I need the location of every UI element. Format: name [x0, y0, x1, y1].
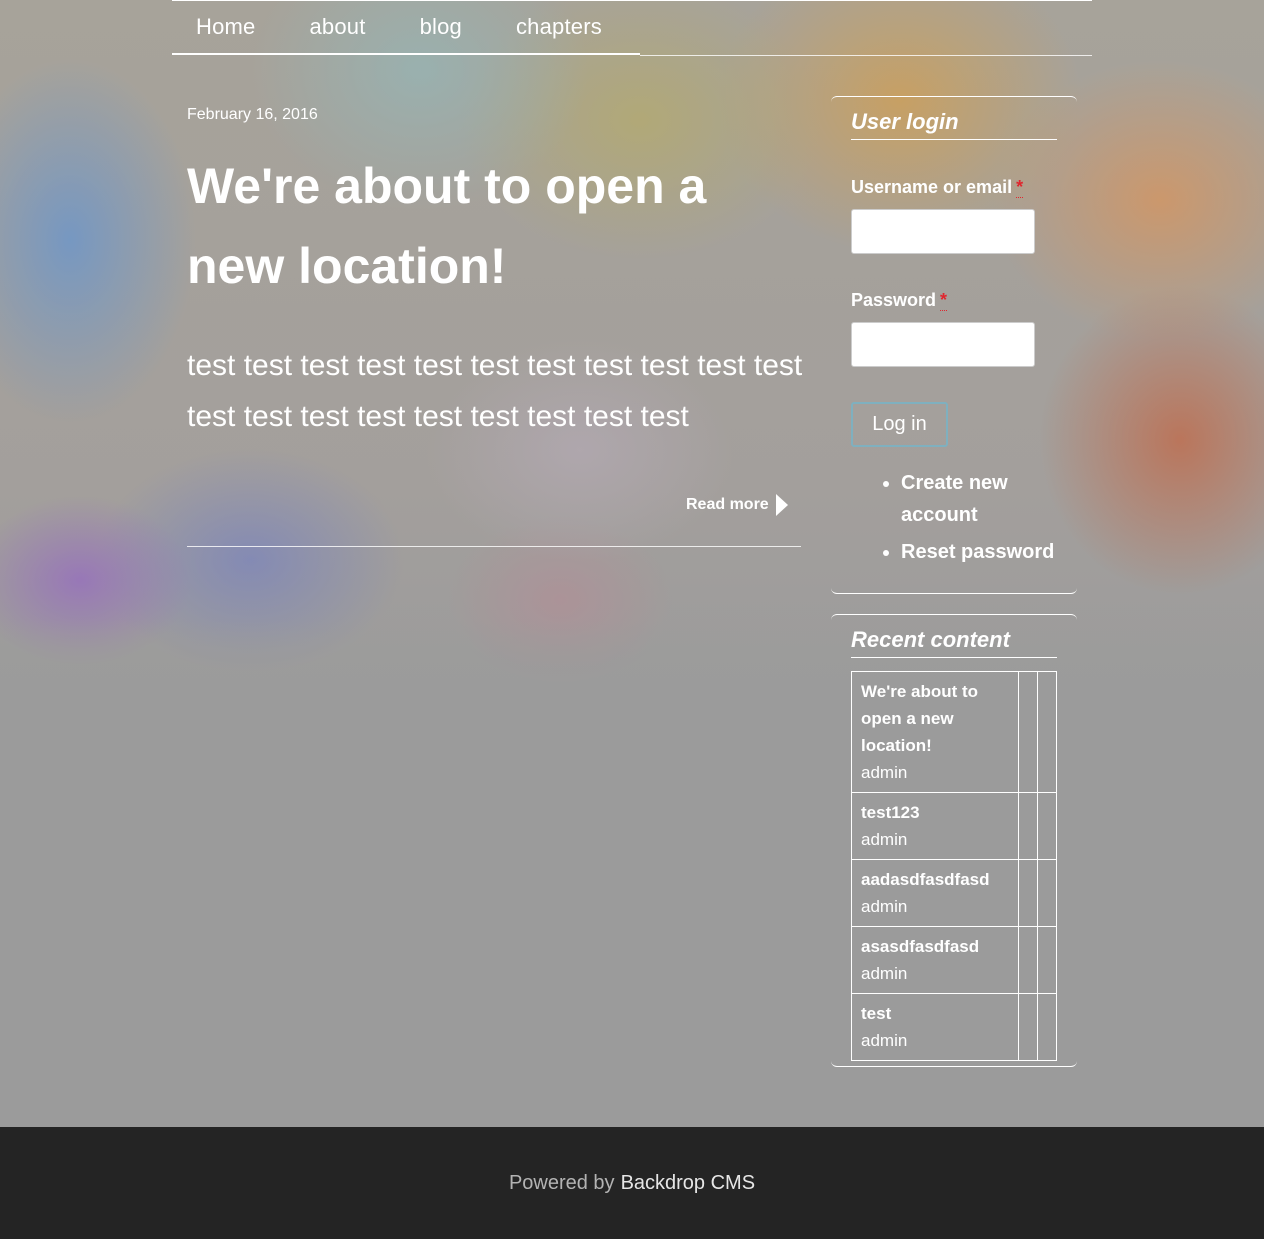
list-item: Create new account [901, 467, 1077, 531]
table-cell [1017, 671, 1039, 793]
recent-item-author: admin [861, 763, 908, 782]
backdrop-cms-link[interactable]: Backdrop CMS [621, 1172, 756, 1195]
table-cell [1017, 859, 1039, 927]
username-input[interactable] [851, 209, 1035, 254]
table-cell [1017, 993, 1039, 1061]
recent-item-title[interactable]: We're about to open a new location! [861, 678, 1009, 759]
table-row: test admin [851, 993, 1057, 1061]
recent-content-table: We're about to open a new location! admi… [851, 671, 1057, 1061]
list-item: Reset password [901, 536, 1077, 568]
recent-item-title[interactable]: test [861, 1000, 1009, 1027]
recent-item-title[interactable]: asasdfasdfasd [861, 933, 1009, 960]
table-row: We're about to open a new location! admi… [851, 671, 1057, 793]
recent-item-title[interactable]: aadasdfasdfasd [861, 866, 1009, 893]
recent-item-author: admin [861, 897, 908, 916]
article-body: test test test test test test test test … [187, 349, 803, 433]
table-cell: asasdfasdfasd admin [851, 926, 1019, 994]
table-cell [1037, 671, 1057, 793]
recent-item-title[interactable]: test123 [861, 799, 1009, 826]
table-cell [1037, 926, 1057, 994]
password-label: Password * [851, 290, 948, 311]
table-cell [1037, 993, 1057, 1061]
recent-content-title: Recent content [851, 627, 1057, 658]
create-account-link[interactable]: Create new account [901, 472, 1008, 526]
table-cell: We're about to open a new location! admi… [851, 671, 1019, 793]
username-label-text: Username or email [851, 177, 1013, 197]
article-date: February 16, 2016 [187, 106, 318, 123]
nav-divider [640, 55, 1092, 56]
table-row: asasdfasdfasd admin [851, 926, 1057, 994]
table-cell: aadasdfasdfasd admin [851, 859, 1019, 927]
login-button[interactable]: Log in [851, 402, 948, 447]
arrow-right-icon [775, 494, 788, 516]
table-cell [1017, 792, 1039, 860]
table-cell [1037, 859, 1057, 927]
password-input[interactable] [851, 322, 1035, 367]
main-nav: Home about blog chapters [172, 1, 640, 55]
login-links: Create new account Reset password [901, 467, 1077, 573]
site-footer: Powered by Backdrop CMS [0, 1127, 1264, 1239]
recent-item-author: admin [861, 830, 908, 849]
read-more-link[interactable]: Read more [686, 494, 788, 516]
username-label: Username or email * [851, 177, 1024, 198]
table-cell: test123 admin [851, 792, 1019, 860]
table-row: aadasdfasdfasd admin [851, 859, 1057, 927]
user-login-block: User login Username or email * Password * … [831, 96, 1077, 594]
recent-item-author: admin [861, 964, 908, 983]
nav-item-home[interactable]: Home [172, 14, 286, 40]
read-more-label: Read more [686, 496, 769, 513]
nav-item-blog[interactable]: blog [396, 14, 492, 40]
table-cell: test admin [851, 993, 1019, 1061]
required-marker: * [940, 290, 948, 311]
table-cell [1017, 926, 1039, 994]
recent-item-author: admin [861, 1031, 908, 1050]
nav-item-about[interactable]: about [286, 14, 396, 40]
article-divider [187, 546, 801, 547]
article-title[interactable]: We're about to open a new location! [187, 146, 807, 306]
footer-prefix: Powered by [508, 1171, 615, 1194]
user-login-title: User login [851, 109, 1057, 140]
reset-password-link[interactable]: Reset password [901, 541, 1054, 563]
password-label-text: Password [851, 290, 937, 310]
table-row: test123 admin [851, 792, 1057, 860]
recent-content-block: Recent content We're about to open a new… [831, 614, 1077, 1067]
table-cell [1037, 792, 1057, 860]
required-marker: * [1016, 177, 1024, 198]
nav-item-chapters[interactable]: chapters [492, 14, 632, 40]
